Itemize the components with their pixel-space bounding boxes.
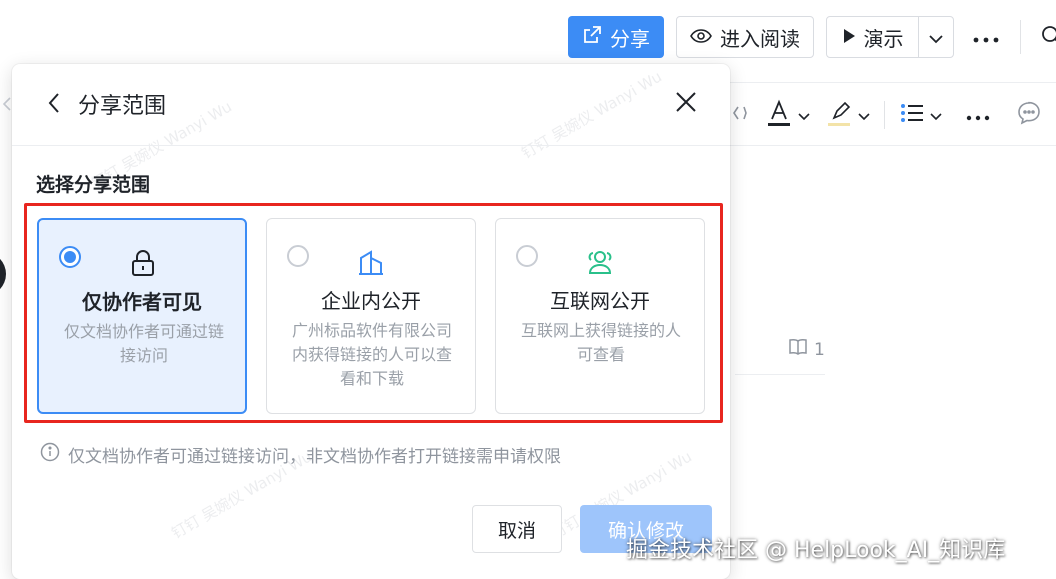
chevron-down-icon — [858, 106, 870, 125]
toolbar-divider — [1020, 20, 1021, 54]
book-icon — [788, 338, 808, 361]
code-icon — [732, 104, 748, 126]
font-color-icon — [766, 99, 792, 131]
section-label: 选择分享范围 — [36, 174, 151, 196]
close-icon — [675, 91, 697, 117]
editor-toolbar — [728, 82, 1056, 146]
read-mode-label: 进入阅读 — [720, 26, 800, 51]
close-button[interactable] — [672, 90, 700, 118]
code-button[interactable] — [732, 99, 748, 131]
option-title: 仅协作者可见 — [82, 290, 202, 314]
page-count: 1 — [788, 338, 825, 361]
eye-icon — [690, 25, 712, 49]
share-icon — [582, 25, 602, 50]
share-scope-dialog: 钉钉 吴婉仪 Wanyi Wu 钉钉 吴婉仪 Wanyi Wu 钉钉 吴婉仪 W… — [12, 64, 730, 579]
info-icon — [40, 442, 60, 467]
read-mode-button[interactable]: 进入阅读 — [676, 16, 814, 58]
users-icon — [585, 247, 615, 277]
option-title: 互联网公开 — [550, 289, 650, 313]
back-button[interactable] — [42, 90, 66, 120]
more-horizontal-icon — [966, 106, 990, 125]
more-format-button[interactable] — [966, 99, 990, 131]
option-internet-public[interactable]: 互联网公开 互联网上获得链接的人可查看 — [495, 218, 705, 414]
option-description: 仅文档协作者可通过链接访问 — [63, 322, 224, 365]
present-button[interactable]: 演示 — [827, 17, 919, 57]
chevron-down-icon — [930, 106, 942, 125]
option-collaborators-only[interactable]: 仅协作者可见 仅文档协作者可通过链接访问 — [37, 218, 247, 414]
radio-unselected[interactable] — [516, 245, 538, 267]
building-icon — [356, 247, 386, 277]
highlight-color-button[interactable] — [826, 99, 870, 131]
toolbar-divider — [884, 101, 885, 129]
more-horizontal-icon — [973, 28, 999, 47]
font-color-button[interactable] — [766, 99, 810, 131]
option-enterprise-public[interactable]: 企业内公开 广州标品软件有限公司内获得链接的人可以查看和下载 — [266, 218, 476, 414]
search-button[interactable] — [1040, 24, 1056, 48]
divider — [735, 374, 825, 375]
comment-button[interactable] — [1016, 99, 1042, 131]
share-button-label: 分享 — [610, 26, 650, 51]
play-icon — [842, 25, 856, 49]
search-icon — [1040, 26, 1056, 52]
present-button-group: 演示 — [826, 16, 954, 58]
chevron-left-icon — [47, 92, 61, 118]
info-row: 仅文档协作者可通过链接访问，非文档协作者打开链接需申请权限 — [40, 442, 561, 467]
dialog-title: 分享范围 — [78, 94, 167, 119]
option-title: 企业内公开 — [321, 289, 421, 313]
option-description: 广州标品软件有限公司内获得链接的人可以查看和下载 — [291, 321, 452, 388]
chevron-down-icon — [928, 25, 944, 49]
present-dropdown-button[interactable] — [919, 17, 953, 57]
option-description: 互联网上获得链接的人可查看 — [520, 321, 681, 364]
more-options-button[interactable] — [970, 22, 1002, 52]
share-button[interactable]: 分享 — [568, 16, 664, 58]
comment-icon — [1016, 100, 1042, 130]
cancel-button[interactable]: 取消 — [472, 505, 562, 553]
list-button[interactable] — [900, 99, 942, 131]
avatar — [0, 252, 6, 296]
present-label: 演示 — [863, 26, 904, 51]
highlighter-icon — [826, 99, 852, 131]
chevron-down-icon — [798, 106, 810, 125]
chevron-left-icon — [2, 96, 12, 116]
radio-unselected[interactable] — [287, 245, 309, 267]
info-text: 仅文档协作者可通过链接访问，非文档协作者打开链接需申请权限 — [68, 447, 561, 467]
page-count-value: 1 — [814, 339, 825, 360]
radio-selected[interactable] — [59, 246, 81, 268]
lock-icon — [128, 248, 158, 278]
list-icon — [900, 103, 924, 127]
dialog-header: 分享范围 — [12, 64, 730, 146]
source-watermark: 掘金技术社区 @ HelpLook_AI_知识库 — [626, 538, 1006, 563]
